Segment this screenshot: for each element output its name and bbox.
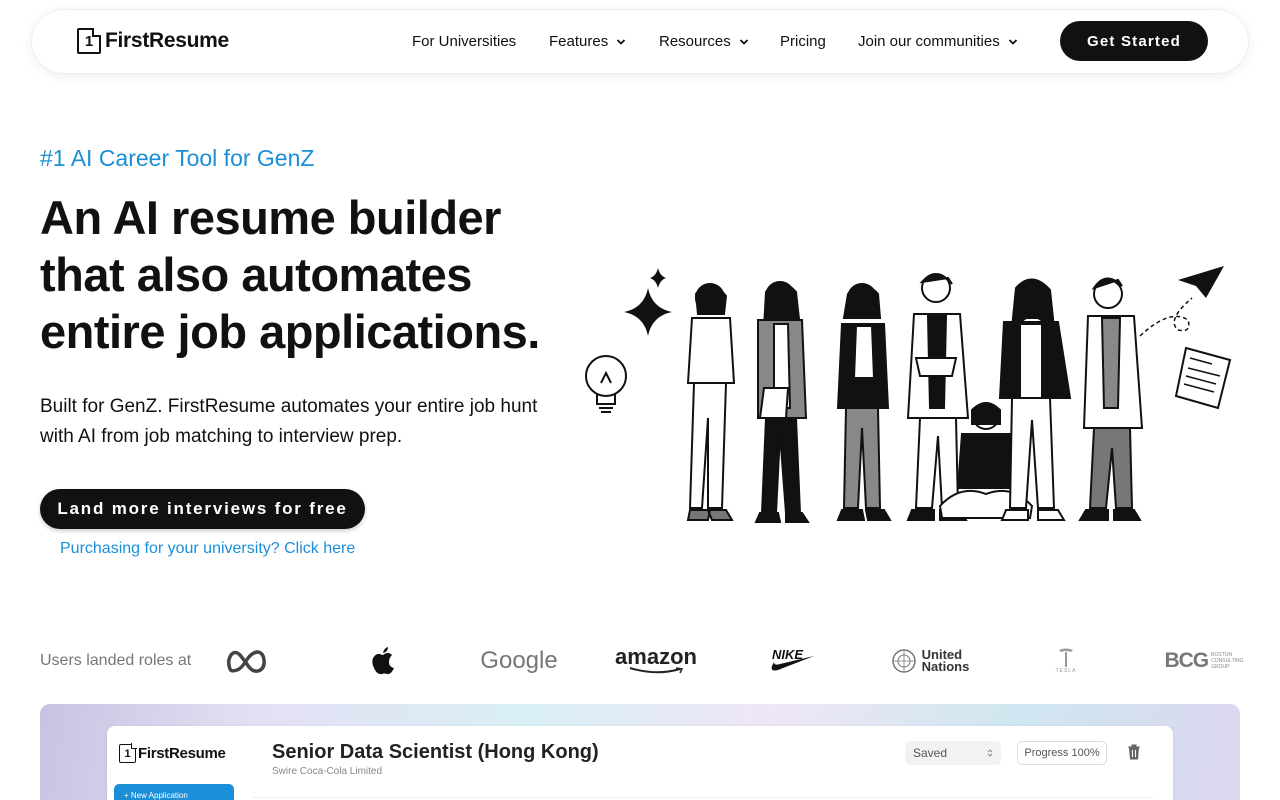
preview-logo-text: FirstResume xyxy=(138,745,226,762)
university-purchase-link[interactable]: Purchasing for your university? Click he… xyxy=(60,540,355,558)
nav-link-label: Pricing xyxy=(780,33,826,50)
divider xyxy=(253,797,1153,798)
top-navbar: 1 FirstResume For Universities Features … xyxy=(32,10,1248,73)
chevron-down-icon xyxy=(739,38,748,45)
un-logo-line2: Nations xyxy=(921,659,970,674)
nav-link-features[interactable]: Features xyxy=(549,33,626,50)
amazon-logo-text: amazon xyxy=(615,644,697,669)
tesla-t-icon xyxy=(1059,648,1073,667)
amazon-smile-icon xyxy=(629,667,684,674)
document-icon xyxy=(1174,346,1232,410)
land-interviews-button[interactable]: Land more interviews for free xyxy=(40,489,365,529)
un-emblem-icon xyxy=(891,649,916,673)
chevron-down-icon xyxy=(1008,38,1017,45)
nav-link-label: Features xyxy=(549,33,609,50)
status-select[interactable]: Saved xyxy=(905,741,1001,765)
get-started-button[interactable]: Get Started xyxy=(1060,21,1208,61)
google-logo: Google xyxy=(480,647,558,674)
progress-indicator: Progress 100% xyxy=(1017,741,1107,765)
nike-logo-text: NIKE xyxy=(772,647,804,662)
nike-logo: NIKE xyxy=(768,643,816,679)
updown-chevron-icon xyxy=(987,749,993,757)
job-title: Senior Data Scientist (Hong Kong) xyxy=(272,741,599,763)
bcg-logo: BCG BOSTON CONSULTING GROUP xyxy=(1164,643,1244,679)
nav-link-pricing[interactable]: Pricing xyxy=(780,33,826,50)
amazon-logo: amazon xyxy=(615,643,697,679)
apple-logo xyxy=(370,643,396,679)
nav-link-for-universities[interactable]: For Universities xyxy=(412,33,522,50)
nav-link-label: For Universities xyxy=(412,33,517,50)
app-preview: 1 FirstResume + New Application Senior D… xyxy=(40,704,1240,800)
lightbulb-icon xyxy=(585,355,627,413)
new-application-button[interactable]: + New Application xyxy=(114,784,234,800)
logo-mark: 1 xyxy=(77,28,101,54)
paper-plane-icon xyxy=(1139,266,1224,337)
preview-logo: 1 FirstResume xyxy=(119,743,226,763)
nav-link-resources[interactable]: Resources xyxy=(659,33,749,50)
bcg-logo-text: BCG xyxy=(1164,649,1209,672)
company-name: Swire Coca-Cola Limited xyxy=(272,766,383,777)
status-select-value: Saved xyxy=(913,746,948,760)
logos-label: Users landed roles at xyxy=(40,652,192,669)
site-logo[interactable]: 1 FirstResume xyxy=(77,28,229,54)
tesla-logo-text: TESLA xyxy=(1055,668,1077,674)
group-of-young-professionals-icon xyxy=(585,266,1232,523)
apple-logo-icon xyxy=(372,647,394,675)
meta-logo-icon xyxy=(226,650,266,673)
bcg-logo-subtext: BOSTON CONSULTING GROUP xyxy=(1211,652,1244,670)
meta-logo xyxy=(225,643,267,679)
chevron-down-icon xyxy=(617,38,626,45)
un-logo: United Nations xyxy=(890,643,970,679)
tesla-logo: TESLA xyxy=(1055,643,1077,679)
nav-link-label: Join our communities xyxy=(858,33,1000,50)
hero-tagline: #1 AI Career Tool for GenZ xyxy=(40,145,315,171)
trash-icon[interactable] xyxy=(1127,744,1141,760)
un-logo-text: United Nations xyxy=(921,648,970,674)
nav-link-communities[interactable]: Join our communities xyxy=(858,33,1018,50)
hero-subtext: Built for GenZ. FirstResume automates yo… xyxy=(40,396,538,447)
logo-text: FirstResume xyxy=(105,29,229,52)
hero-headline: An AI resume builder that also automates… xyxy=(40,191,540,358)
sparkle-icon xyxy=(624,268,672,336)
app-preview-window: 1 FirstResume + New Application Senior D… xyxy=(107,726,1173,800)
preview-logo-mark: 1 xyxy=(119,743,137,763)
nav-link-label: Resources xyxy=(659,33,731,50)
